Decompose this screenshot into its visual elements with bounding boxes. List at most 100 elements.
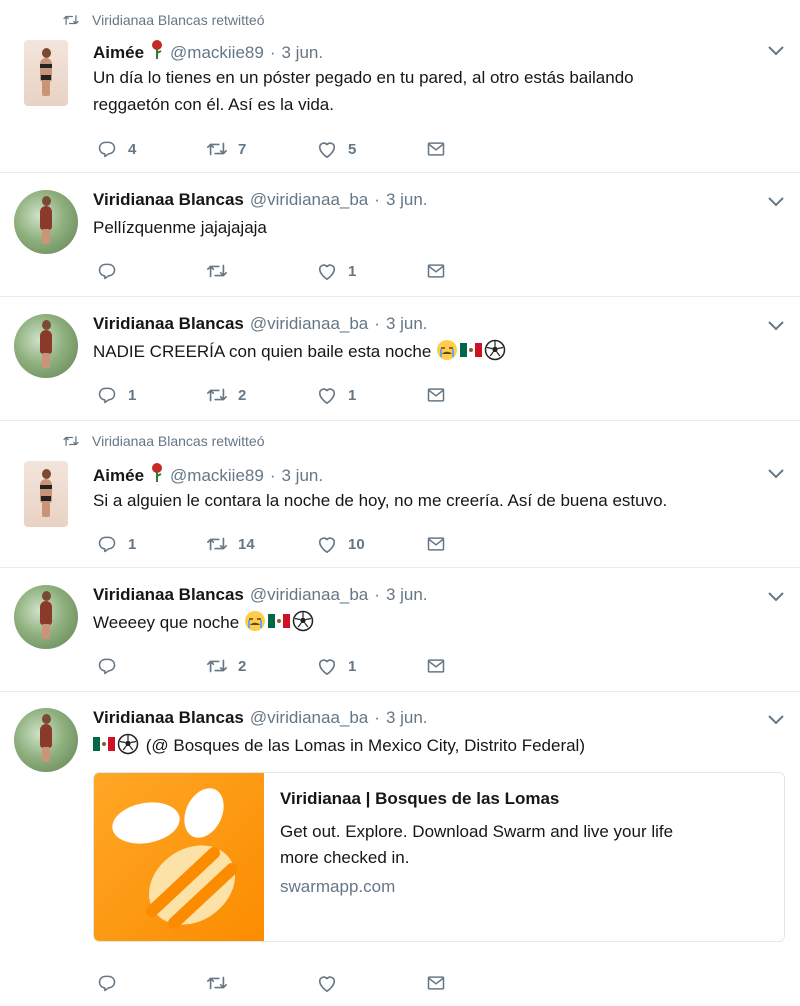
like-count: 5: [348, 140, 357, 158]
retweet-context: Viridianaa Blancas retwitteó: [62, 12, 265, 28]
timestamp[interactable]: 3 jun.: [386, 190, 428, 210]
card-description-line: more checked in.: [280, 848, 410, 867]
reply-button[interactable]: [96, 261, 206, 281]
retweet-count: 2: [238, 657, 247, 675]
retweet-button[interactable]: 7: [206, 139, 316, 159]
separator: ·: [374, 708, 380, 727]
tweet[interactable]: Viridianaa Blancas @viridianaa_ba · 3 ju…: [0, 692, 800, 1006]
direct-message-button[interactable]: [426, 534, 456, 554]
reply-icon: [96, 385, 118, 405]
avatar[interactable]: [14, 314, 78, 378]
like-button[interactable]: 1: [316, 656, 426, 676]
user-handle[interactable]: @viridianaa_ba: [250, 314, 368, 334]
chevron-down-icon[interactable]: [768, 197, 784, 207]
user-name[interactable]: Viridianaa Blancas: [93, 585, 244, 605]
user-handle[interactable]: @viridianaa_ba: [250, 708, 368, 728]
direct-message-button[interactable]: [426, 261, 456, 281]
tweet[interactable]: Viridianaa Blancas @viridianaa_ba · 3 ju…: [0, 173, 800, 297]
retweet-icon: [206, 534, 228, 554]
separator: ·: [374, 585, 380, 604]
crying-face-emoji-icon: [244, 610, 266, 632]
tweet[interactable]: Viridianaa Blancas retwitteó Aimée @mack…: [0, 0, 800, 173]
timestamp[interactable]: 3 jun.: [386, 314, 428, 334]
tweet-header: Aimée @mackiie89 · 3 jun.: [93, 461, 323, 486]
avatar[interactable]: [14, 190, 78, 254]
retweet-button[interactable]: 2: [206, 656, 316, 676]
reply-icon: [96, 656, 118, 676]
chevron-down-icon[interactable]: [768, 592, 784, 602]
tweet-actions: 1 2 1: [96, 385, 456, 405]
reply-icon: [96, 973, 118, 993]
separator: ·: [269, 43, 276, 62]
like-button[interactable]: 1: [316, 385, 426, 405]
tweet-actions: 4 7 5: [96, 139, 456, 159]
tweet[interactable]: Viridianaa Blancas @viridianaa_ba · 3 ju…: [0, 568, 800, 692]
user-name[interactable]: Viridianaa Blancas: [93, 708, 244, 728]
reply-button[interactable]: [96, 656, 206, 676]
envelope-icon: [426, 656, 446, 676]
tweet-header: Viridianaa Blancas @viridianaa_ba · 3 ju…: [93, 585, 428, 605]
timestamp[interactable]: 3 jun.: [282, 466, 324, 486]
tweet-actions: [96, 973, 456, 993]
user-name[interactable]: Viridianaa Blancas: [93, 314, 244, 334]
avatar[interactable]: [24, 40, 68, 106]
retweet-icon: [206, 261, 228, 281]
tweet-actions: 2 1: [96, 656, 456, 676]
chevron-down-icon[interactable]: [768, 46, 784, 56]
chevron-down-icon[interactable]: [768, 469, 784, 479]
user-handle[interactable]: @mackiie89: [170, 466, 264, 486]
timestamp[interactable]: 3 jun.: [386, 708, 428, 728]
timeline: Viridianaa Blancas retwitteó Aimée @mack…: [0, 0, 800, 1006]
avatar[interactable]: [14, 708, 78, 772]
chevron-down-icon[interactable]: [768, 715, 784, 725]
reply-button[interactable]: 1: [96, 534, 206, 554]
tweet-text: Un día lo tienes en un póster pegado en …: [93, 64, 776, 118]
envelope-icon: [426, 534, 446, 554]
tweet[interactable]: Viridianaa Blancas retwitteó Aimée @mack…: [0, 421, 800, 568]
tweet-text: Weeeey que noche: [93, 609, 776, 636]
tweet-text-content: Weeeey que noche: [93, 613, 240, 632]
link-card[interactable]: Viridianaa | Bosques de las Lomas Get ou…: [93, 772, 785, 942]
like-count: 1: [348, 386, 357, 404]
retweet-button[interactable]: [206, 261, 316, 281]
retweet-icon: [62, 13, 80, 27]
retweet-button[interactable]: 14: [206, 534, 316, 554]
like-button[interactable]: 1: [316, 261, 426, 281]
retweet-icon: [206, 973, 228, 993]
avatar[interactable]: [24, 461, 68, 527]
reply-button[interactable]: [96, 973, 206, 993]
tweet-text: NADIE CREERÍA con quien baile esta noche: [93, 338, 776, 365]
chevron-down-icon[interactable]: [768, 321, 784, 331]
reply-count: 1: [128, 386, 137, 404]
tweet-header: Viridianaa Blancas @viridianaa_ba · 3 ju…: [93, 708, 428, 728]
user-handle[interactable]: @mackiie89: [170, 43, 264, 63]
mexico-flag-emoji-icon: [93, 733, 115, 755]
like-button[interactable]: [316, 973, 426, 993]
direct-message-button[interactable]: [426, 656, 456, 676]
direct-message-button[interactable]: [426, 385, 456, 405]
tweet-text-content: NADIE CREERÍA con quien baile esta noche: [93, 342, 432, 361]
user-handle[interactable]: @viridianaa_ba: [250, 585, 368, 605]
reply-button[interactable]: 1: [96, 385, 206, 405]
user-name[interactable]: Aimée: [93, 43, 144, 63]
direct-message-button[interactable]: [426, 139, 456, 159]
reply-icon: [96, 139, 118, 159]
tweet-text: (@ Bosques de las Lomas in Mexico City, …: [93, 732, 776, 759]
retweet-button[interactable]: 2: [206, 385, 316, 405]
like-button[interactable]: 5: [316, 139, 426, 159]
like-button[interactable]: 10: [316, 534, 426, 554]
retweet-button[interactable]: [206, 973, 316, 993]
card-description-line: Get out. Explore. Download Swarm and liv…: [280, 822, 674, 841]
tweet[interactable]: Viridianaa Blancas @viridianaa_ba · 3 ju…: [0, 297, 800, 421]
timestamp[interactable]: 3 jun.: [386, 585, 428, 605]
user-name[interactable]: Aimée: [93, 466, 144, 486]
reply-button[interactable]: 4: [96, 139, 206, 159]
user-name[interactable]: Viridianaa Blancas: [93, 190, 244, 210]
retweet-icon: [206, 385, 228, 405]
avatar[interactable]: [14, 585, 78, 649]
heart-icon: [316, 973, 338, 993]
direct-message-button[interactable]: [426, 973, 456, 993]
timestamp[interactable]: 3 jun.: [282, 43, 324, 63]
tweet-text-line: Un día lo tienes en un póster pegado en …: [93, 68, 634, 87]
user-handle[interactable]: @viridianaa_ba: [250, 190, 368, 210]
